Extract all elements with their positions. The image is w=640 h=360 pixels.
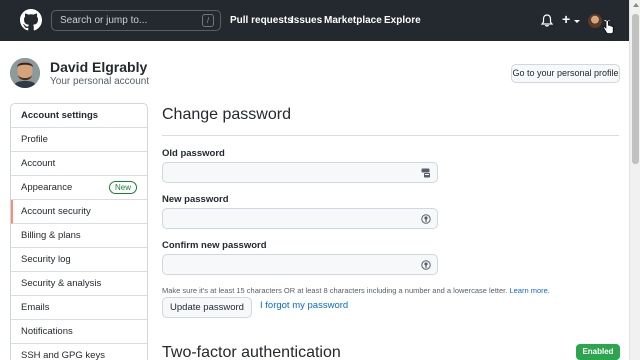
password-requirements-hint: Make sure it's at least 15 characters OR… — [162, 286, 550, 295]
forgot-password-link[interactable]: I forgot my password — [260, 300, 348, 311]
go-to-profile-button[interactable]: Go to your personal profile — [511, 64, 620, 83]
sidebar-item-notifications[interactable]: Notifications — [11, 320, 147, 344]
page-scrollbar[interactable] — [629, 0, 640, 360]
sidebar-item-label: Profile — [21, 134, 48, 145]
new-badge: New — [108, 181, 137, 194]
old-password-label: Old password — [162, 148, 225, 159]
nav-pull-requests[interactable]: Pull requests — [230, 15, 293, 26]
search-placeholder: Search or jump to... — [60, 15, 148, 26]
profile-user-name[interactable]: David Elgrably — [50, 59, 147, 75]
sidebar-item-label: Emails — [21, 302, 50, 313]
user-avatar — [10, 58, 40, 88]
sidebar-item-emails[interactable]: Emails — [11, 296, 147, 320]
update-password-button[interactable]: Update password — [162, 297, 252, 318]
password-key-icon[interactable] — [421, 260, 431, 270]
password-manager-icon[interactable] — [421, 168, 431, 178]
old-password-field[interactable] — [162, 162, 438, 183]
title-divider — [162, 135, 619, 136]
scrollbar-thumb[interactable] — [632, 14, 639, 164]
sidebar-item-profile[interactable]: Profile — [11, 128, 147, 152]
sidebar-item-label: Security & analysis — [21, 278, 102, 289]
sidebar-item-label: Account security — [21, 206, 91, 217]
sidebar-item-label: Security log — [21, 254, 71, 265]
sidebar-item-label: Notifications — [21, 326, 73, 337]
notifications-bell-icon[interactable] — [541, 14, 553, 27]
settings-sidebar: Account settings Profile Account Appeara… — [10, 103, 148, 360]
confirm-password-label: Confirm new password — [162, 240, 267, 251]
github-logo-icon[interactable] — [20, 9, 42, 31]
sidebar-item-account[interactable]: Account — [11, 152, 147, 176]
user-avatar-menu[interactable] — [588, 14, 602, 28]
two-factor-auth-heading: Two-factor authentication — [162, 344, 341, 360]
sidebar-item-billing-plans[interactable]: Billing & plans — [11, 224, 147, 248]
learn-more-link[interactable]: Learn more. — [509, 286, 549, 295]
sidebar-heading-account-settings: Account settings — [11, 104, 147, 128]
nav-issues[interactable]: Issues — [291, 15, 322, 26]
create-new-chevron-down-icon[interactable] — [574, 20, 580, 23]
two-factor-enabled-badge: Enabled — [576, 344, 620, 360]
sidebar-item-label: Account — [21, 158, 56, 169]
password-key-icon[interactable] — [421, 214, 431, 224]
sidebar-item-security-analysis[interactable]: Security & analysis — [11, 272, 147, 296]
page-title: Change password — [162, 106, 291, 123]
top-navigation-bar: Search or jump to... / Pull requests Iss… — [0, 0, 629, 41]
sidebar-item-appearance[interactable]: Appearance New — [11, 176, 147, 200]
confirm-password-field[interactable] — [162, 254, 438, 275]
create-new-plus-icon[interactable]: + — [562, 11, 570, 27]
sidebar-item-label: Billing & plans — [21, 230, 81, 241]
sidebar-item-label: Appearance — [21, 182, 73, 193]
nav-marketplace[interactable]: Marketplace — [324, 15, 382, 26]
search-shortcut-key: / — [202, 14, 214, 27]
sidebar-item-label: Account settings — [21, 110, 99, 121]
scroll-up-arrow-icon[interactable] — [633, 3, 639, 7]
profile-subtitle: Your personal account — [50, 76, 150, 87]
nav-explore[interactable]: Explore — [384, 15, 421, 26]
new-password-field[interactable] — [162, 208, 438, 229]
sidebar-item-label: SSH and GPG keys — [21, 350, 105, 360]
sidebar-item-security-log[interactable]: Security log — [11, 248, 147, 272]
sidebar-item-ssh-gpg-keys[interactable]: SSH and GPG keys — [11, 344, 147, 360]
search-input[interactable]: Search or jump to... / — [51, 10, 221, 31]
mouse-pointer-hand-icon — [603, 20, 614, 34]
sidebar-item-account-security[interactable]: Account security — [11, 200, 147, 224]
password-hint-text: Make sure it's at least 15 characters OR… — [162, 286, 508, 295]
new-password-label: New password — [162, 194, 229, 205]
